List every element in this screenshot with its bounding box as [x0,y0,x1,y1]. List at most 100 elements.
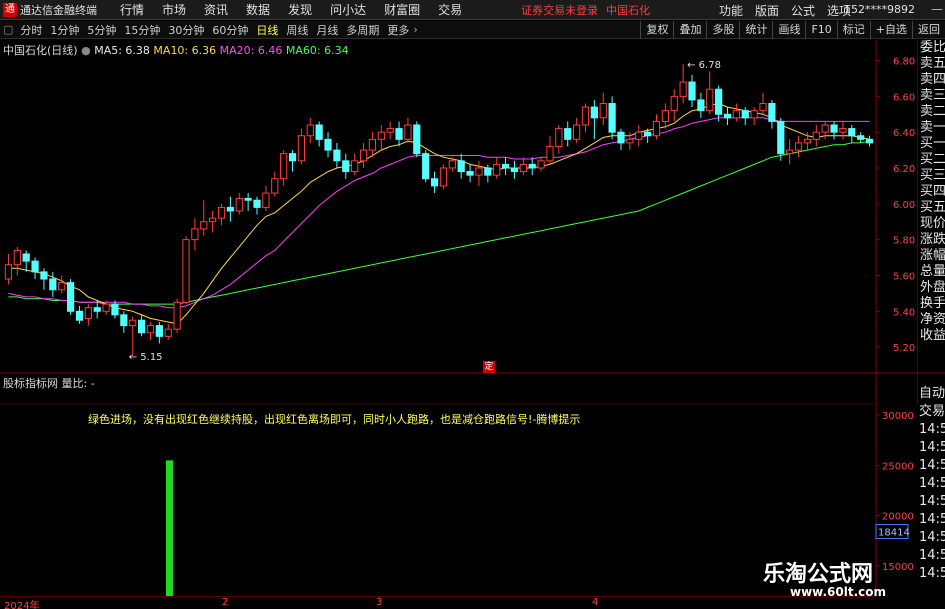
stock-name[interactable]: 中国石化(日线) [3,44,78,57]
quote-label: 买一 [920,136,945,151]
date-axis: 2024年 2 3 4 [0,596,876,609]
tick-time: 14:56 [919,458,945,473]
period-tab-more[interactable]: 更多 [383,22,413,38]
price-tick-label: 5.40 [893,307,915,318]
period-tab[interactable]: 60分钟 [208,22,252,38]
candle-body [315,124,323,140]
quote-label: 现价 [920,216,945,231]
menu-item-quotes[interactable]: 行情 [111,1,153,18]
candle-body [351,160,359,173]
menu-item-data[interactable]: 数据 [237,1,279,18]
period-tab[interactable]: 1分钟 [46,22,83,38]
candle-body [608,103,616,133]
candle-body [723,113,732,119]
candle-body [333,149,341,162]
tool-mark[interactable]: 标记 [836,21,870,39]
tool-add-favorite[interactable]: +自选 [869,21,912,39]
candle-body [857,135,865,140]
kline-chart[interactable]: 6.80 6.60 6.40 6.20 6.00 5.80 5.60 5.40 5.20 3000… [0,40,945,609]
menu-item-layout[interactable]: 版面 [749,2,785,19]
tool-f10[interactable]: F10 [805,21,836,39]
toggle-icon[interactable]: ▢ [0,23,16,36]
period-tab[interactable]: 15分钟 [120,22,164,38]
ma10-line [8,102,870,325]
quote-label: 卖四 [920,72,945,87]
candle-body [786,149,794,155]
user-account[interactable]: 152****9892 [844,3,915,16]
ding-badge: 定 [483,361,495,373]
menu-item-news[interactable]: 资讯 [195,1,237,18]
candle-body [324,138,332,151]
tool-stats[interactable]: 统计 [739,21,772,39]
trade-label[interactable]: 交易 [917,403,945,421]
candle-body [812,131,820,140]
ma60-label: MA60: 6.34 [285,44,349,57]
menu-item-market[interactable]: 市场 [153,1,195,18]
candle-body [66,282,75,312]
candle-body [759,103,767,112]
candle-body [572,124,581,140]
period-tab[interactable]: 月线 [312,22,342,38]
candle-body [164,328,172,337]
quote-label: 换手 [920,296,945,311]
period-tab[interactable]: 分时 [16,22,46,38]
tick-time: 14:56 [919,422,945,437]
candle-body [537,160,545,169]
candle-body [111,303,119,316]
candle-body [306,124,314,137]
candle-body [288,153,297,162]
menu-item-function[interactable]: 功能 [713,2,749,19]
period-tab[interactable]: 多周期 [342,22,383,38]
candle-body [235,197,243,212]
candle-body [528,163,536,169]
menu-item-ask[interactable]: 问小达 [321,1,375,18]
candle-body [120,314,128,327]
candle-body [715,88,723,115]
tool-multi[interactable]: 多股 [706,21,739,39]
period-tab[interactable]: 30分钟 [164,22,208,38]
period-tab[interactable]: 周线 [282,22,312,38]
tool-back[interactable]: 返回 [912,21,945,39]
candle-body [794,142,803,151]
quote-label: 净资 [920,312,945,327]
high-label: ← 6.78 [687,60,721,71]
candle-body [741,110,749,119]
quote-label: 买三 [920,168,945,183]
candle-body [830,124,838,133]
candle-body [635,131,643,140]
signal-volume-bar [166,460,173,596]
chevron-right-icon[interactable]: › [413,23,417,36]
trade-label[interactable]: 自动 [917,385,945,403]
chart-header: 中国石化(日线) ● MA5: 6.38 MA10: 6.36 MA20: 6.… [3,42,349,58]
dropdown-icon[interactable]: ● [81,44,91,57]
candle-body [404,124,412,140]
menu-item-formula[interactable]: 公式 [785,2,821,19]
period-tab[interactable]: 5分钟 [83,22,120,38]
alert-stock-name[interactable]: 中国石化 [606,2,650,18]
candle-body [803,138,812,144]
tick-time: 14:56 [919,566,945,581]
login-alert[interactable]: 证券交易未登录 [521,2,598,18]
ma60-line [8,140,870,305]
tick-time: 14:56 [919,548,945,563]
candle-body [40,271,48,280]
quote-label: 外盘 [920,280,945,295]
tool-draw[interactable]: 画线 [772,21,805,39]
volume-tick-label: 20000 [882,512,914,523]
menu-item-trade[interactable]: 交易 [429,1,471,18]
indicator-title[interactable]: 股标指标网 量比: - [3,375,95,391]
candle-body [546,146,554,162]
candle-body [484,167,492,176]
menu-item-discover[interactable]: 发现 [279,1,321,18]
price-tick-label: 6.00 [893,200,915,211]
menu-item-wealth[interactable]: 财富圈 [375,1,429,18]
tool-adjust[interactable]: 复权 [640,21,673,39]
right-menu: 功能 版面 公式 选项 [713,0,857,20]
candle-body [13,249,21,266]
quote-label: 卖五 [920,56,945,71]
minimize-icon[interactable]: — [931,2,943,16]
candle-body [31,260,39,273]
period-tab-active[interactable]: 日线 [252,22,282,38]
app-logo-icon: 通 [3,2,17,17]
tool-overlay[interactable]: 叠加 [673,21,706,39]
